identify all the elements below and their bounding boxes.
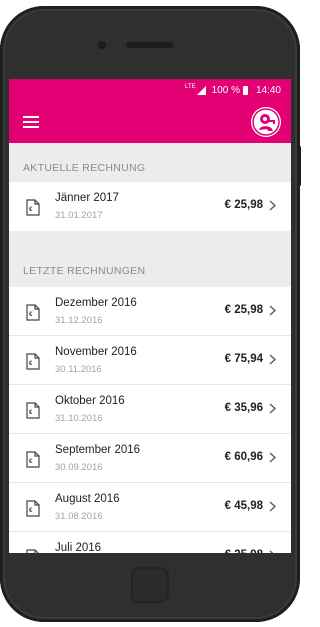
chevron-right-icon	[269, 403, 276, 414]
invoice-amount: € 25,98	[224, 199, 263, 211]
speaker-grille	[126, 42, 174, 48]
invoice-title: November 2016	[55, 346, 137, 358]
volume-button	[0, 126, 2, 160]
invoice-amount: € 60,96	[224, 451, 263, 463]
invoice-title: August 2016	[55, 493, 120, 505]
invoice-text: Oktober 2016 31.10.2016	[55, 394, 125, 426]
status-bar: LTE 100 % 14:40	[9, 79, 291, 101]
invoice-title: Oktober 2016	[55, 395, 125, 407]
clock: 14:40	[255, 84, 281, 96]
invoice-row[interactable]: € August 2016 31.08.2016 € 45,98	[9, 483, 291, 532]
invoice-document-icon: €	[26, 199, 40, 216]
invoice-row[interactable]: € Dezember 2016 31.12.2016 € 25,98	[9, 287, 291, 336]
power-button	[298, 146, 301, 186]
chevron-right-icon	[269, 452, 276, 463]
invoice-title: Jänner 2017	[55, 192, 119, 204]
invoice-row[interactable]: € Jänner 2017 31.01.2017 € 25,98	[9, 182, 291, 231]
invoice-row[interactable]: € November 2016 30.11.2016 € 75,94	[9, 336, 291, 385]
invoice-date: 31.12.2016	[55, 315, 103, 326]
invoice-row[interactable]: € Juli 2016 31.07.2016 € 25,98	[9, 532, 291, 553]
invoice-title: Dezember 2016	[55, 297, 137, 309]
invoice-date: 30.11.2016	[55, 364, 102, 375]
app-bar	[9, 101, 291, 143]
battery-icon	[242, 85, 248, 95]
invoice-document-icon: €	[26, 353, 40, 370]
invoice-document-icon: €	[26, 304, 40, 321]
invoice-amount: € 45,98	[224, 500, 263, 512]
battery-percent: 100 %	[211, 84, 240, 96]
invoice-text: Juli 2016 31.07.2016	[55, 541, 103, 553]
invoice-title: September 2016	[55, 444, 141, 456]
invoice-amount: € 25,98	[225, 549, 263, 553]
invoice-date: 30.09.2016	[55, 462, 103, 473]
latest-invoices-list: € Dezember 2016 31.12.2016 € 25,98 € Nov…	[9, 287, 291, 553]
section-header-latest: LETZTE RECHNUNGEN	[23, 264, 146, 277]
invoice-amount: € 35,96	[224, 402, 263, 414]
signal-icon	[196, 85, 206, 95]
chevron-right-icon	[269, 501, 276, 512]
invoice-document-icon: €	[26, 549, 39, 553]
invoice-document-icon: €	[26, 500, 40, 517]
chevron-right-icon	[269, 550, 274, 553]
invoice-document-icon: €	[26, 451, 40, 468]
profile-key-icon[interactable]	[251, 107, 281, 137]
app-screen: LTE 100 % 14:40 AKTUELLE RECHNUNG € Jänn…	[9, 79, 291, 553]
invoice-date: 31.08.2016	[55, 511, 103, 522]
home-button[interactable]	[131, 567, 169, 603]
invoice-text: Jänner 2017 31.01.2017	[55, 191, 119, 223]
chevron-right-icon	[269, 200, 276, 211]
front-camera	[98, 41, 106, 49]
current-invoice-list: € Jänner 2017 31.01.2017 € 25,98	[9, 182, 291, 231]
invoice-title: Juli 2016	[55, 542, 102, 553]
invoice-document-icon: €	[26, 402, 40, 419]
invoice-amount: € 25,98	[224, 304, 263, 316]
phone-frame: LTE 100 % 14:40 AKTUELLE RECHNUNG € Jänn…	[0, 6, 301, 622]
chevron-right-icon	[269, 305, 276, 316]
invoice-row[interactable]: € September 2016 30.09.2016 € 60,96	[9, 434, 291, 483]
chevron-right-icon	[269, 354, 276, 365]
section-header-current: AKTUELLE RECHNUNG	[23, 161, 146, 174]
invoice-text: Dezember 2016 31.12.2016	[55, 296, 137, 328]
network-type: LTE	[185, 84, 196, 90]
invoice-text: November 2016 30.11.2016	[55, 345, 137, 377]
invoice-row[interactable]: € Oktober 2016 31.10.2016 € 35,96	[9, 385, 291, 434]
invoice-amount: € 75,94	[224, 353, 263, 365]
invoice-date: 31.01.2017	[55, 210, 103, 221]
hamburger-menu-icon[interactable]	[23, 116, 39, 128]
invoice-text: August 2016 31.08.2016	[55, 492, 120, 524]
invoice-text: September 2016 30.09.2016	[55, 443, 140, 475]
invoice-date: 31.10.2016	[55, 413, 103, 424]
